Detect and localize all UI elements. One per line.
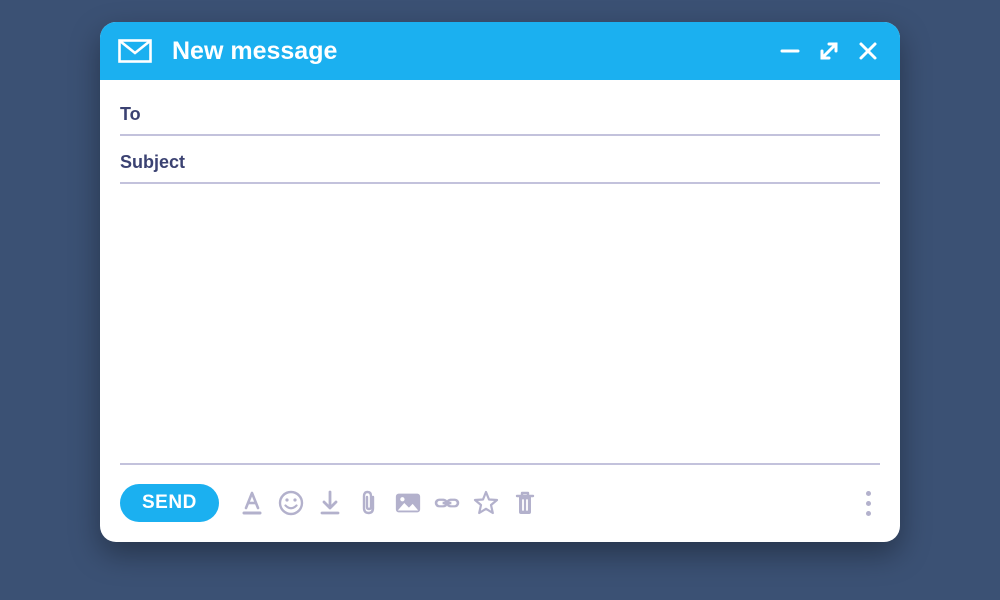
compose-window: New message: [100, 22, 900, 542]
more-icon: [866, 511, 871, 516]
message-textarea[interactable]: [120, 190, 880, 465]
envelope-icon: [118, 39, 152, 63]
more-icon: [866, 501, 871, 506]
format-text-icon[interactable]: [238, 489, 266, 517]
subject-input[interactable]: [202, 152, 880, 172]
compose-body: To Subject SEND: [100, 80, 900, 542]
attach-icon[interactable]: [355, 489, 383, 517]
star-icon[interactable]: [472, 489, 500, 517]
link-icon[interactable]: [433, 489, 461, 517]
subject-label: Subject: [120, 152, 190, 173]
subject-field-row: Subject: [120, 142, 880, 184]
delete-icon[interactable]: [511, 489, 539, 517]
to-label: To: [120, 104, 190, 125]
titlebar[interactable]: New message: [100, 22, 900, 80]
emoji-icon[interactable]: [277, 489, 305, 517]
to-input[interactable]: [202, 104, 880, 124]
minimize-button[interactable]: [780, 41, 800, 61]
send-button[interactable]: SEND: [120, 484, 219, 522]
window-controls: [780, 40, 878, 62]
more-icon: [866, 491, 871, 496]
more-options-button[interactable]: [856, 491, 880, 516]
to-field-row: To: [120, 94, 880, 136]
insert-download-icon[interactable]: [316, 489, 344, 517]
image-icon[interactable]: [394, 489, 422, 517]
fullscreen-button[interactable]: [818, 40, 840, 62]
formatting-toolbar: [238, 489, 539, 517]
window-title: New message: [172, 37, 766, 66]
compose-footer: SEND: [120, 470, 880, 526]
close-button[interactable]: [858, 41, 878, 61]
